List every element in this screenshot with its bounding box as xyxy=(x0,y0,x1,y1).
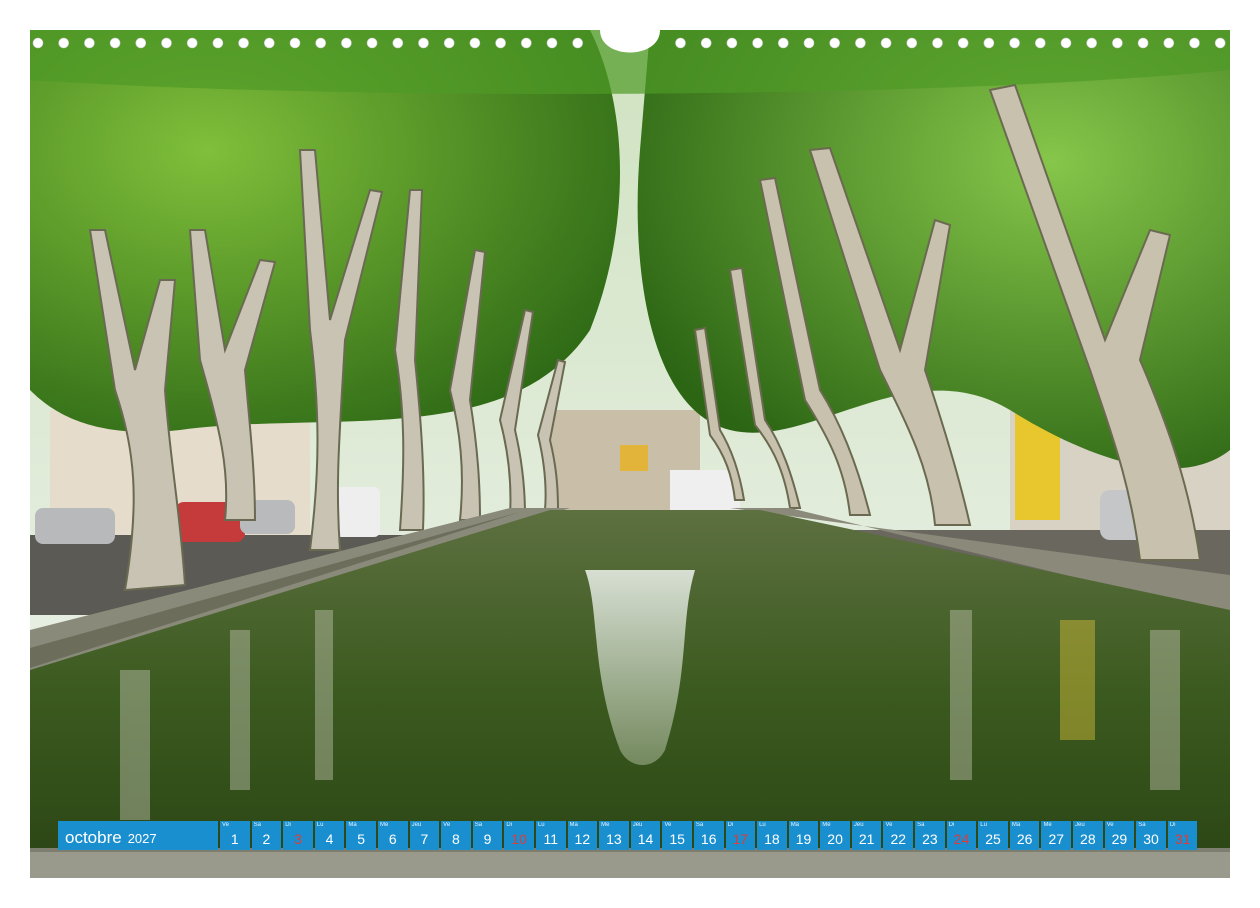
day-abbrev: Me xyxy=(822,822,831,828)
day-abbrev: Ma xyxy=(348,822,357,828)
day-abbrev: Sa xyxy=(695,822,704,828)
day-abbrev: Di xyxy=(285,822,291,828)
day-cell: Me 13 xyxy=(599,821,629,850)
day-cell: Me 27 xyxy=(1041,821,1072,850)
day-cell: Lu 4 xyxy=(314,821,345,850)
day-abbrev: Jeu xyxy=(411,822,422,828)
day-cell: Di 10 xyxy=(504,821,534,850)
day-cell: Me 20 xyxy=(820,821,850,850)
day-cell: Jeu 7 xyxy=(409,821,440,850)
month-label: octobre 2027 xyxy=(58,821,218,850)
day-number: 24 xyxy=(953,831,970,847)
day-cell: Ma 19 xyxy=(788,821,819,850)
day-abbrev: Ve xyxy=(885,822,893,828)
day-number: 31 xyxy=(1174,831,1191,847)
day-cell: Sa 23 xyxy=(915,821,945,850)
day-number: 14 xyxy=(637,831,654,847)
day-number: 28 xyxy=(1080,831,1096,847)
day-abbrev: Sa xyxy=(253,822,261,828)
day-abbrev: Jeu xyxy=(853,822,864,828)
day-cell: Sa 9 xyxy=(472,821,503,850)
day-abbrev: Lu xyxy=(537,822,545,828)
day-abbrev: Jeu xyxy=(632,822,643,828)
day-cell: Jeu 28 xyxy=(1073,821,1103,850)
day-abbrev: Ma xyxy=(1011,822,1021,828)
day-number: 2 xyxy=(262,831,271,847)
day-number: 29 xyxy=(1111,831,1128,847)
day-abbrev: Sa xyxy=(1138,822,1146,828)
day-number: 12 xyxy=(574,831,591,847)
day-number: 4 xyxy=(325,831,334,847)
day-cell: Jeu 21 xyxy=(851,821,882,850)
day-abbrev: Ve xyxy=(664,822,672,828)
day-cell: Lu 11 xyxy=(535,821,566,850)
day-cell: Di 31 xyxy=(1167,821,1198,850)
day-number: 19 xyxy=(795,831,812,847)
day-number: 16 xyxy=(700,831,717,847)
day-cell: Sa 30 xyxy=(1136,821,1166,850)
day-abbrev: Me xyxy=(379,822,389,828)
day-number: 6 xyxy=(388,831,397,847)
day-number: 21 xyxy=(858,831,875,847)
day-number: 7 xyxy=(420,831,429,847)
day-number: 9 xyxy=(483,831,492,847)
day-cell: Ve 8 xyxy=(441,821,471,850)
day-cell: Lu 18 xyxy=(757,821,787,850)
month-year: 2027 xyxy=(127,831,157,846)
day-number: 13 xyxy=(606,831,622,847)
day-abbrev: Di xyxy=(727,822,734,828)
day-number: 17 xyxy=(732,831,749,847)
day-cell: Sa 16 xyxy=(693,821,724,850)
day-abbrev: Ma xyxy=(569,822,578,828)
day-number: 30 xyxy=(1143,831,1159,847)
day-cell: Sa 2 xyxy=(251,821,282,850)
day-abbrev: Di xyxy=(506,822,513,828)
day-cell: Lu 25 xyxy=(978,821,1008,850)
day-cell: Jeu 14 xyxy=(630,821,661,850)
day-cell: Di 3 xyxy=(283,821,313,850)
day-abbrev: Lu xyxy=(980,822,987,828)
day-number: 22 xyxy=(890,831,907,847)
day-abbrev: Ma xyxy=(790,822,800,828)
day-cell: Ma 12 xyxy=(567,821,598,850)
day-number: 8 xyxy=(452,831,460,847)
day-cell: Ve 15 xyxy=(662,821,692,850)
day-cell: Di 17 xyxy=(725,821,756,850)
day-number: 25 xyxy=(985,831,1001,847)
day-number: 27 xyxy=(1048,831,1065,847)
day-number: 15 xyxy=(669,831,685,847)
day-cell: Me 6 xyxy=(377,821,408,850)
day-abbrev: Me xyxy=(601,822,610,828)
calendar-photo xyxy=(30,30,1230,878)
day-abbrev: Ve xyxy=(222,822,230,828)
day-number: 5 xyxy=(357,831,366,847)
day-cell: Ve 1 xyxy=(220,821,250,850)
day-abbrev: Sa xyxy=(917,822,925,828)
day-number: 18 xyxy=(764,831,780,847)
day-cell: Ma 5 xyxy=(346,821,376,850)
day-abbrev: Di xyxy=(948,822,955,828)
calendar-bar: octobre 2027 Ve 1 Sa 2 Di 3 Lu 4 Ma 5 Me 6 Jeu 7 Ve 8 Sa… xyxy=(58,821,1199,850)
day-cell: Ma 26 xyxy=(1009,821,1040,850)
day-number: 11 xyxy=(543,831,558,847)
day-abbrev: Me xyxy=(1043,822,1052,828)
day-abbrev: Lu xyxy=(759,822,766,828)
day-cell: Ve 22 xyxy=(883,821,914,850)
day-cell: Di 24 xyxy=(946,821,977,850)
day-number: 3 xyxy=(294,831,302,847)
day-cell: Ve 29 xyxy=(1104,821,1135,850)
day-abbrev: Lu xyxy=(316,822,324,828)
day-abbrev: Di xyxy=(1169,822,1176,828)
day-number: 10 xyxy=(511,831,527,847)
day-abbrev: Jeu xyxy=(1075,822,1085,828)
day-abbrev: Sa xyxy=(474,822,483,828)
day-abbrev: Ve xyxy=(443,822,451,828)
day-number: 26 xyxy=(1016,831,1033,847)
day-abbrev: Ve xyxy=(1106,822,1114,828)
day-number: 20 xyxy=(827,831,843,847)
day-number: 1 xyxy=(230,831,239,847)
day-number: 23 xyxy=(922,831,938,847)
month-name: octobre xyxy=(65,828,122,847)
